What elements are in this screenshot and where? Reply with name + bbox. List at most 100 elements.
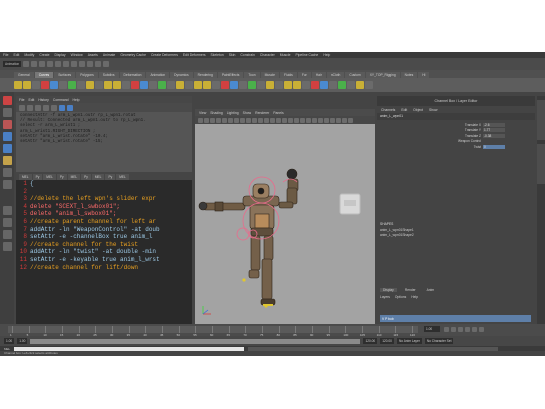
viewport-tool-icon[interactable] [210, 117, 215, 123]
layer-menu-item[interactable]: Help [411, 295, 418, 299]
shelf-tool-icon[interactable] [203, 81, 211, 89]
attribute-name[interactable]: Twist [474, 145, 481, 149]
last-tool-icon[interactable] [2, 180, 12, 189]
shelf-tool-icon[interactable] [176, 81, 184, 89]
menu-item[interactable]: Animate [103, 53, 115, 57]
open-script-icon[interactable] [19, 104, 25, 111]
menu-item[interactable]: Skeleton [211, 53, 224, 57]
viewport-tool-icon[interactable] [204, 117, 209, 123]
shelf-tool-icon[interactable] [356, 81, 364, 89]
viewport-tool-icon[interactable] [306, 117, 311, 123]
shelf-tool-icon[interactable] [248, 81, 256, 89]
shelf-tool-icon[interactable] [50, 81, 58, 89]
attribute-name[interactable]: Translate X [465, 123, 481, 127]
play-forward-icon[interactable] [465, 327, 470, 332]
viewport-tool-icon[interactable] [216, 117, 221, 123]
display-layer-row[interactable]: V P bob [380, 315, 531, 322]
viewport-tool-icon[interactable] [288, 117, 293, 123]
menu-item[interactable]: File [3, 53, 8, 57]
viewport-menu-item[interactable]: Lighting [227, 111, 239, 115]
shelf-tool-icon[interactable] [239, 81, 247, 89]
shelf-tool-icon[interactable] [221, 81, 229, 89]
perspective-viewport[interactable]: View Shading Lighting Show Renderer Panels [195, 109, 375, 324]
menu-item[interactable]: Assets [88, 53, 98, 57]
shelf-tool-icon[interactable] [41, 81, 49, 89]
shelf-tool-icon[interactable] [95, 81, 103, 89]
attribute-name[interactable]: Translate Y [465, 128, 481, 132]
menu-set-dropdown[interactable]: Animation [3, 61, 22, 67]
step-forward-icon[interactable] [472, 327, 477, 332]
layer-name[interactable]: V P bob [382, 317, 394, 321]
animation-start-field[interactable]: 1.00 [4, 338, 15, 344]
channel-menu-item[interactable]: Channels [381, 108, 395, 112]
viewport-menu-item[interactable]: Shading [210, 111, 222, 115]
open-scene-icon[interactable] [31, 61, 38, 67]
attribute-editor-tab[interactable] [537, 100, 545, 140]
play-backward-icon[interactable] [458, 327, 463, 332]
script-input[interactable]: 1{2 3//delete the left wpn's slider expr 4… [16, 180, 192, 324]
viewport-tool-icon[interactable] [270, 117, 275, 123]
go-to-end-icon[interactable] [479, 327, 484, 332]
menu-item[interactable]: Edit [13, 53, 19, 57]
menu-item[interactable]: Create [39, 53, 49, 57]
shelf-tool-icon[interactable] [167, 81, 175, 89]
rotate-tool-icon[interactable] [2, 144, 12, 153]
paint-select-icon[interactable] [2, 120, 12, 129]
snap-curve-icon[interactable] [79, 61, 86, 67]
shelf-tool-icon[interactable] [77, 81, 85, 89]
channel-menu-item[interactable]: Object [413, 108, 423, 112]
character-set-dropdown[interactable]: No Character Set [424, 338, 454, 344]
select-hierarchy-icon[interactable] [47, 61, 54, 67]
render-icon[interactable] [95, 61, 102, 67]
range-slider[interactable] [30, 338, 361, 344]
move-tool-icon[interactable] [2, 132, 12, 141]
time-slider-track[interactable]: 1 5 10 15 20 25 30 35 40 45 50 55 60 65 70 75 80 85 90 95 10… [8, 326, 418, 337]
attribute-name[interactable]: Weapon Control [458, 139, 481, 143]
shelf-tool-icon[interactable] [194, 81, 202, 89]
viewport-tool-icon[interactable] [336, 117, 341, 123]
shelf-tool-icon[interactable] [140, 81, 148, 89]
viewport-tool-icon[interactable] [348, 117, 353, 123]
menu-item[interactable]: Modify [24, 53, 34, 57]
shelf-tool-icon[interactable] [59, 81, 67, 89]
menu-item[interactable]: Create Deformers [151, 53, 178, 57]
attribute-value[interactable]: -0.38 [483, 133, 505, 138]
layout-single-icon[interactable] [2, 206, 12, 215]
layer-tab[interactable]: Display [380, 288, 397, 292]
viewport-tool-icon[interactable] [264, 117, 269, 123]
attribute-value[interactable]: 0 [483, 144, 505, 149]
viewport-tool-icon[interactable] [342, 117, 347, 123]
menu-item[interactable]: Constrain [240, 53, 255, 57]
go-to-start-icon[interactable] [444, 327, 449, 332]
scale-tool-icon[interactable] [2, 156, 12, 165]
layer-tab[interactable]: Render [402, 288, 419, 292]
shelf-tool-icon[interactable] [257, 81, 265, 89]
execute-all-icon[interactable] [59, 104, 65, 111]
viewport-tool-icon[interactable] [228, 117, 233, 123]
animation-end-field[interactable]: 120.00 [380, 338, 394, 344]
shelf-tool-icon[interactable] [212, 81, 220, 89]
shelf-tool-icon[interactable] [14, 81, 22, 89]
snap-grid-icon[interactable] [71, 61, 78, 67]
shelf-tool-icon[interactable] [293, 81, 301, 89]
script-menu-item[interactable]: Edit [28, 98, 34, 102]
shelf-tool-icon[interactable] [230, 81, 238, 89]
command-input[interactable] [14, 346, 245, 351]
layer-menu-item[interactable]: Layers [380, 295, 390, 299]
save-scene-icon[interactable] [39, 61, 46, 67]
menu-item[interactable]: Edit Deformers [183, 53, 206, 57]
shelf-tool-icon[interactable] [68, 81, 76, 89]
shelf-tool-icon[interactable] [329, 81, 337, 89]
viewport-tool-icon[interactable] [198, 117, 203, 123]
shelf-tool-icon[interactable] [347, 81, 355, 89]
viewport-tool-icon[interactable] [318, 117, 323, 123]
layer-menu-item[interactable]: Options [395, 295, 406, 299]
viewport-tool-icon[interactable] [252, 117, 257, 123]
shelf-tool-icon[interactable] [113, 81, 121, 89]
new-scene-icon[interactable] [23, 61, 30, 67]
viewport-tool-icon[interactable] [294, 117, 299, 123]
menu-item[interactable]: Display [55, 53, 66, 57]
attribute-value[interactable]: -2.6 [483, 122, 505, 127]
select-object-icon[interactable] [55, 61, 62, 67]
shelf-tool-icon[interactable] [320, 81, 328, 89]
